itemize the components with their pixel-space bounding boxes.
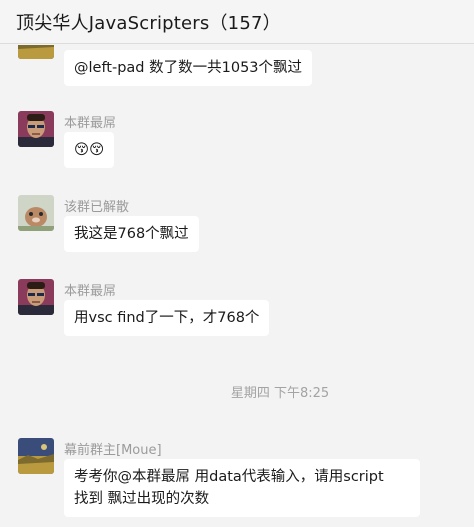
avatar[interactable] <box>18 195 54 231</box>
message-bubble[interactable]: 我这是768个飘过 <box>64 216 199 252</box>
message-bubble[interactable]: 用vsc find了一下，才768个 <box>64 300 270 336</box>
sender-name: 本群最屌 <box>64 116 117 131</box>
message-text-line: 找到 飘过出现的次数 <box>74 491 210 507</box>
sender-name: 本群最屌 <box>64 284 117 299</box>
message-bubble[interactable]: 😚😚 <box>64 132 115 168</box>
chat-title: 顶尖华人JavaScripters（157） <box>16 12 281 34</box>
message-bubble[interactable]: 考考你@本群最屌 用data代表输入，请用script 找到 飘过出现的次数 <box>64 459 420 517</box>
message-text-line: 考考你@本群最屌 用data代表输入，请用script <box>74 469 384 485</box>
timestamp: 星期四 下午8:25 <box>230 386 330 401</box>
chat-title-bar: 顶尖华人JavaScripters（157） <box>0 0 474 44</box>
message-text: 用vsc find了一下，才768个 <box>74 310 260 326</box>
message-bubble[interactable]: @left-pad 数了数一共1053个飘过 <box>64 50 313 86</box>
avatar[interactable] <box>18 279 54 315</box>
avatar[interactable] <box>18 438 54 474</box>
message-text: 我这是768个飘过 <box>74 226 189 242</box>
sender-name: 该群已解散 <box>64 200 130 215</box>
sender-name: 幕前群主[Moue] <box>64 443 162 458</box>
message-text: @left-pad 数了数一共1053个飘过 <box>74 60 303 76</box>
message-list[interactable]: @left-pad 数了数一共1053个飘过 本群最屌 😚😚 该群已解散 我这是… <box>0 45 474 527</box>
avatar[interactable] <box>18 45 54 59</box>
avatar[interactable] <box>18 111 54 147</box>
message-text: 😚😚 <box>74 142 105 158</box>
